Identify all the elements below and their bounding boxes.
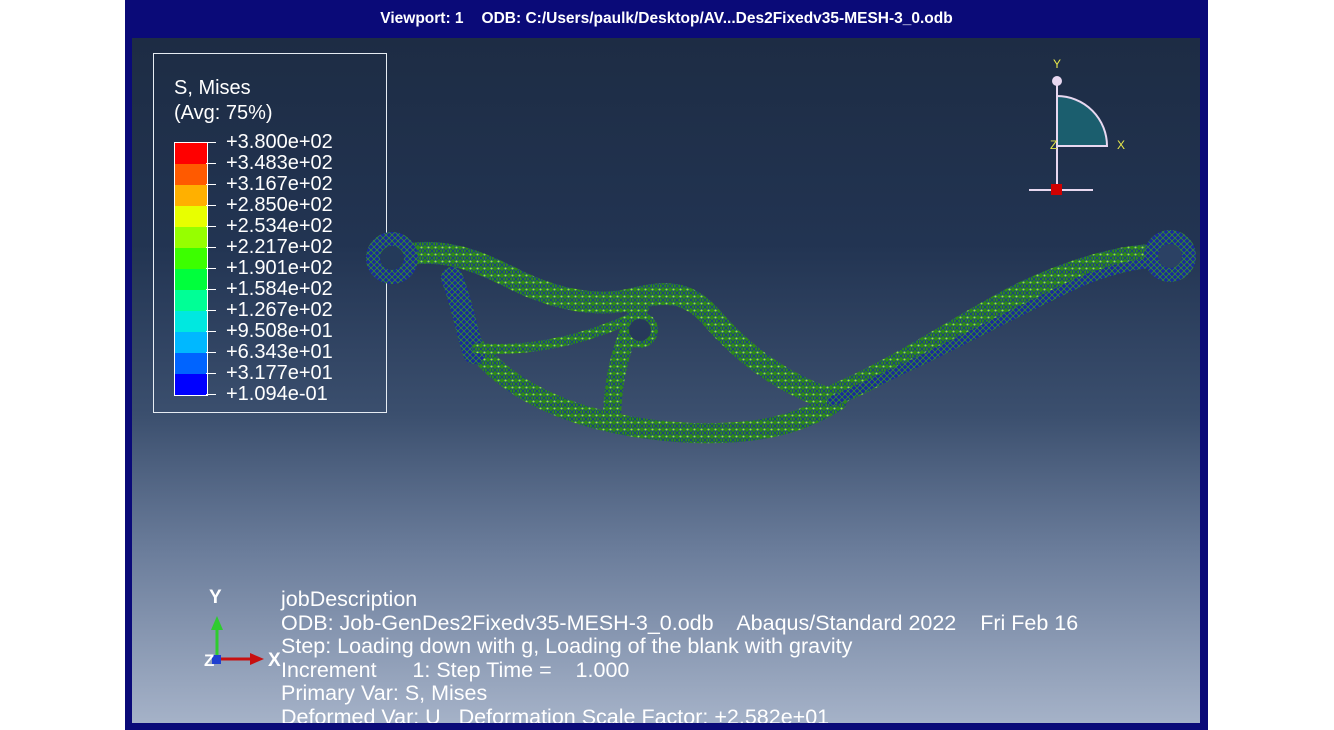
legend-tick bbox=[206, 310, 216, 312]
primary-variable: Primary Var: S, Mises bbox=[281, 681, 488, 705]
legend-swatch bbox=[175, 164, 207, 185]
legend-value-text: +6.343e+01 bbox=[226, 341, 333, 363]
legend-value: +9.508e+01 bbox=[206, 321, 333, 342]
legend-value-text: +1.584e+02 bbox=[226, 278, 333, 300]
step-description: Step: Loading down with g, Loading of th… bbox=[281, 634, 853, 658]
triad-z-axis-label: Z bbox=[204, 651, 214, 670]
legend-value: +2.850e+02 bbox=[206, 195, 333, 216]
legend-title-averaging: (Avg: 75%) bbox=[174, 102, 273, 124]
legend-swatch bbox=[175, 353, 207, 374]
triad-z-label: Z bbox=[1050, 138, 1057, 152]
viewport-label: Viewport: 1 bbox=[380, 10, 464, 27]
legend-value-text: +9.508e+01 bbox=[226, 320, 333, 342]
legend-tick bbox=[206, 226, 216, 228]
legend-value: +6.343e+01 bbox=[206, 342, 333, 363]
triad-y-axis-label: Y bbox=[209, 587, 222, 608]
legend-value: +1.584e+02 bbox=[206, 279, 333, 300]
odb-name: ODB: Job-GenDes2Fixedv35-MESH-3_0.odb bbox=[281, 610, 714, 635]
legend-swatch bbox=[175, 269, 207, 290]
legend-tick bbox=[206, 268, 216, 270]
job-description: jobDescription bbox=[281, 587, 418, 611]
increment-info: Increment 1: Step Time = 1.000 bbox=[281, 657, 630, 682]
legend-value: +3.483e+02 bbox=[206, 153, 333, 174]
legend-tick bbox=[206, 394, 216, 396]
legend-swatch bbox=[175, 185, 207, 206]
triad-x-axis-label: X bbox=[268, 650, 281, 671]
legend-tick bbox=[206, 331, 216, 333]
legend-title-variable: S, Mises bbox=[174, 77, 251, 99]
legend-swatch bbox=[175, 332, 207, 353]
legend-value-text: +1.094e-01 bbox=[226, 383, 328, 405]
legend-tick bbox=[206, 205, 216, 207]
legend-value: +1.901e+02 bbox=[206, 258, 333, 279]
triad-x-label: X bbox=[1117, 138, 1125, 152]
legend-swatch bbox=[175, 143, 207, 164]
legend-value: +2.534e+02 bbox=[206, 216, 333, 237]
coordinate-triad: Y X Z bbox=[204, 587, 281, 671]
legend-value: +3.167e+02 bbox=[206, 174, 333, 195]
legend-value-text: +3.483e+02 bbox=[226, 152, 333, 174]
odb-path-label: ODB: C:/Users/paulk/Desktop/AV...Des2Fix… bbox=[481, 10, 953, 27]
legend-value-text: +1.267e+02 bbox=[226, 299, 333, 321]
legend-value-text: +3.177e+01 bbox=[226, 362, 333, 384]
frame-outer bbox=[381, 241, 1178, 444]
legend-value-text: +2.534e+02 bbox=[226, 215, 333, 237]
legend-tick bbox=[206, 184, 216, 186]
legend-value-text: +2.850e+02 bbox=[226, 194, 333, 216]
title-block: jobDescription ODB: Job-GenDes2Fixedv35-… bbox=[281, 587, 1078, 723]
legend-value-text: +3.167e+02 bbox=[226, 173, 333, 195]
legend-title: S, Mises (Avg: 75%) bbox=[174, 76, 273, 126]
odb-info-line: ODB: Job-GenDes2Fixedv35-MESH-3_0.odb Ab… bbox=[281, 611, 1078, 635]
legend-swatch bbox=[175, 311, 207, 332]
legend-tick bbox=[206, 289, 216, 291]
legend-value: +1.094e-01 bbox=[206, 384, 333, 405]
legend-value: +3.800e+02 bbox=[206, 132, 333, 153]
legend-value-text: +1.901e+02 bbox=[226, 257, 333, 279]
legend-swatch bbox=[175, 227, 207, 248]
contour-legend[interactable]: S, Mises (Avg: 75%) +3.800e+02 +3.483e+02… bbox=[153, 53, 387, 413]
legend-value: +1.267e+02 bbox=[206, 300, 333, 321]
legend-swatch bbox=[175, 248, 207, 269]
part-mesh[interactable] bbox=[362, 223, 1200, 483]
legend-tick bbox=[206, 373, 216, 375]
legend-value-text: +3.800e+02 bbox=[226, 131, 333, 153]
legend-swatch bbox=[175, 290, 207, 311]
run-date: Fri Feb 16 bbox=[980, 610, 1079, 635]
legend-swatch bbox=[175, 206, 207, 227]
viewport-title-bar[interactable]: Viewport: 1 ODB: C:/Users/paulk/Desktop/… bbox=[125, 0, 1208, 38]
legend-value-list: +3.800e+02 +3.483e+02 +3.167e+02 +2.850e+02… bbox=[206, 132, 333, 405]
solver-version: Abaqus/Standard 2022 bbox=[736, 610, 957, 635]
legend-value: +3.177e+01 bbox=[206, 363, 333, 384]
triad-y-label: Y bbox=[1053, 57, 1061, 71]
legend-color-bar bbox=[174, 142, 208, 396]
legend-swatch bbox=[175, 374, 207, 395]
legend-tick bbox=[206, 142, 216, 144]
viewport-window: Viewport: 1 ODB: C:/Users/paulk/Desktop/… bbox=[125, 0, 1208, 730]
view-orientation-triad: Y X Z bbox=[1029, 57, 1125, 195]
viewport-canvas[interactable]: S, Mises (Avg: 75%) +3.800e+02 +3.483e+02… bbox=[132, 38, 1200, 723]
legend-tick bbox=[206, 247, 216, 249]
legend-value-text: +2.217e+02 bbox=[226, 236, 333, 258]
legend-tick bbox=[206, 352, 216, 354]
legend-tick bbox=[206, 163, 216, 165]
deformed-variable: Deformed Var: U Deformation Scale Factor… bbox=[281, 704, 830, 723]
legend-value: +2.217e+02 bbox=[206, 237, 333, 258]
